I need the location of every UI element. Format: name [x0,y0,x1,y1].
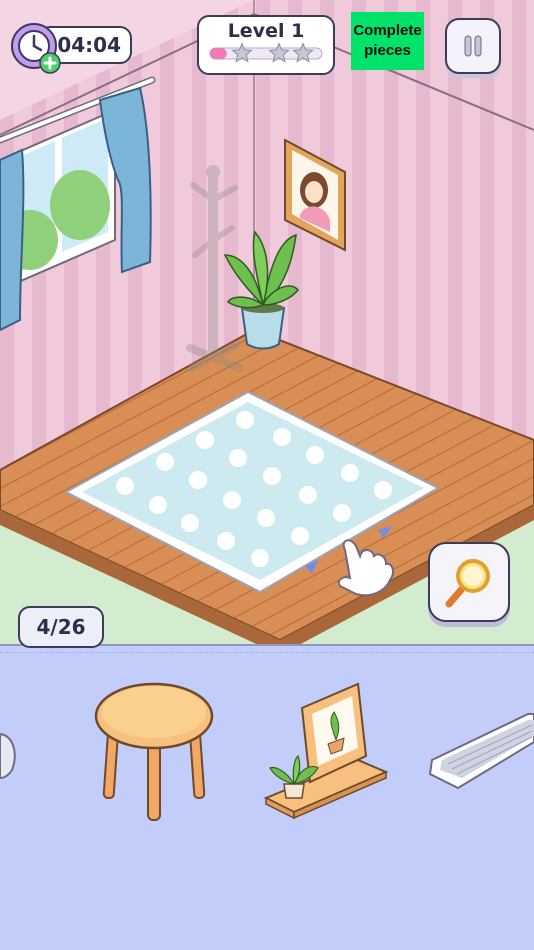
add-time-button[interactable] [10,22,61,74]
pause-button[interactable] [445,18,501,74]
tray-piece-stool[interactable] [88,676,220,826]
level-progress-bar [209,42,323,63]
level-indicator: Level 1 [197,15,335,75]
pause-icon [464,35,482,57]
magnifier-icon [445,559,490,608]
tray-piece-plant-frame-shelf[interactable] [262,680,390,820]
plus-icon [39,52,61,74]
tray-piece-keyboard[interactable] [428,708,534,792]
timer-text: 04:04 [57,33,121,57]
pieces-counter-text: 4/26 [36,615,86,639]
pieces-counter: 4/26 [18,606,104,648]
level-progress-fill [210,48,227,59]
hint-button[interactable] [428,542,510,622]
complete-pieces-label: Complete pieces [353,22,422,59]
level-title: Level 1 [227,20,305,42]
piece-tray[interactable] [0,644,534,950]
tray-piece-partial[interactable] [0,726,22,786]
complete-pieces-button[interactable]: Complete pieces [351,12,424,70]
